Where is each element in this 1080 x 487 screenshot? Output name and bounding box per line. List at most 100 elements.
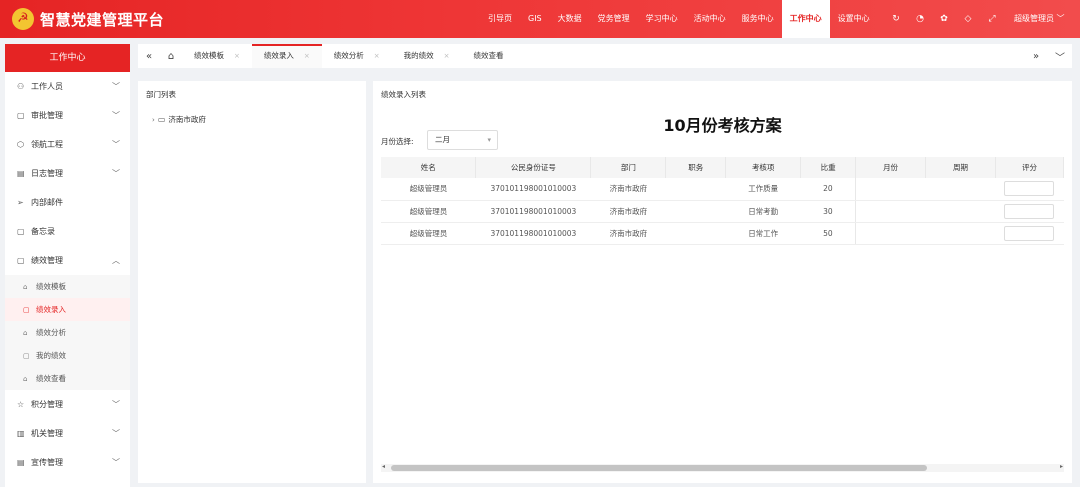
close-icon[interactable]: × bbox=[374, 52, 380, 60]
cell-name: 超级管理员 bbox=[381, 200, 476, 223]
home-icon[interactable]: ⌂ bbox=[160, 51, 182, 62]
col-department: 部门 bbox=[590, 157, 667, 178]
chevron-down-icon: ﹀ bbox=[112, 429, 120, 438]
tab-bar: « ⌂ 绩效模板 × 绩效录入 × 绩效分析 × 我的绩效 × 绩效查看 » ﹀ bbox=[138, 44, 1072, 68]
cell-position bbox=[665, 178, 726, 201]
nav-party-affairs[interactable]: 党务管理 bbox=[590, 0, 638, 38]
refresh-icon[interactable]: ↻ bbox=[884, 14, 908, 24]
sidebar-subitem-label: 我的绩效 bbox=[36, 351, 66, 360]
tabs-menu-chevron-icon[interactable]: ﹀ bbox=[1048, 49, 1072, 64]
cell-department: 济南市政府 bbox=[590, 178, 666, 201]
cell-assessment-item: 日常考勤 bbox=[725, 200, 801, 223]
sidebar-item-performance[interactable]: ▢ 绩效管理 ︿ bbox=[5, 246, 130, 275]
score-input[interactable] bbox=[1004, 225, 1055, 241]
close-icon[interactable]: × bbox=[234, 52, 240, 60]
cell-department: 济南市政府 bbox=[590, 200, 666, 223]
sidebar-item-memo[interactable]: ▢ 备忘录 bbox=[5, 217, 130, 246]
sidebar-subitem-entry[interactable]: ▢ 绩效录入 bbox=[5, 298, 130, 321]
sidebar-item-logs[interactable]: ▤ 日志管理 ﹀ bbox=[5, 159, 130, 188]
sidebar-item-label: 内部邮件 bbox=[31, 198, 63, 207]
month-select-label: 月份选择: bbox=[381, 137, 414, 146]
cell-weight: 20 bbox=[800, 178, 856, 201]
cell-assessment-item: 日常工作 bbox=[725, 222, 801, 245]
sidebar-subitem-label: 绩效录入 bbox=[36, 305, 66, 314]
table-header-row: 姓名 公民身份证号 部门 职务 考核项 比重 月份 周期 评分 bbox=[381, 157, 1065, 178]
tree-node-jinan[interactable]: › ▭ 济南市政府 bbox=[152, 114, 206, 125]
palette-icon[interactable]: ✿ bbox=[932, 14, 956, 24]
sidebar-subitem-label: 绩效查看 bbox=[36, 374, 66, 383]
tag-icon[interactable]: ◇ bbox=[956, 14, 980, 24]
sidebar-item-label: 绩效管理 bbox=[31, 256, 63, 265]
sidebar-item-label: 宣传管理 bbox=[31, 458, 63, 467]
tab-analysis[interactable]: 绩效分析 × bbox=[322, 44, 392, 68]
sidebar-subitem-label: 绩效模板 bbox=[36, 282, 66, 291]
performance-entry-panel: 绩效录入列表 10月份考核方案 月份选择: 二月 ▾ 姓名 公民身份证号 部门 … bbox=[373, 81, 1072, 483]
cell-weight: 50 bbox=[800, 222, 856, 245]
document-icon: ▢ bbox=[17, 111, 25, 120]
tab-label: 我的绩效 bbox=[403, 51, 434, 60]
tab-view[interactable]: 绩效查看 bbox=[462, 44, 516, 68]
sidebar-subitem-template[interactable]: ⌂ 绩效模板 bbox=[5, 275, 130, 298]
building-icon: ▥ bbox=[17, 429, 25, 438]
col-position: 职务 bbox=[665, 157, 727, 178]
cell-name: 超级管理员 bbox=[381, 222, 476, 245]
sidebar-item-approval[interactable]: ▢ 审批管理 ﹀ bbox=[5, 101, 130, 130]
cell-period bbox=[925, 222, 996, 245]
nav-work-center[interactable]: 工作中心 bbox=[781, 0, 830, 38]
sidebar-item-pilot-project[interactable]: ⬡ 领航工程 ﹀ bbox=[5, 130, 130, 159]
scroll-left-icon[interactable]: ◂ bbox=[382, 463, 385, 470]
tab-entry[interactable]: 绩效录入 × bbox=[251, 44, 322, 68]
col-month: 月份 bbox=[855, 157, 927, 178]
fullscreen-icon[interactable]: ⤢ bbox=[980, 14, 1004, 24]
sidebar-subitem-view[interactable]: ⌂ 绩效查看 bbox=[5, 367, 130, 390]
sidebar-item-points[interactable]: ☆ 积分管理 ﹀ bbox=[5, 390, 130, 419]
nav-guide[interactable]: 引导页 bbox=[480, 0, 520, 38]
tab-controls: » ﹀ bbox=[1024, 44, 1072, 68]
cell-id-number: 370101198001010003 bbox=[475, 178, 591, 201]
chevron-down-icon: ﹀ bbox=[112, 400, 120, 409]
sidebar-subitem-label: 绩效分析 bbox=[36, 328, 66, 337]
close-icon[interactable]: × bbox=[304, 52, 310, 60]
cell-id-number: 370101198001010003 bbox=[475, 200, 591, 223]
sidebar-item-publicity[interactable]: ▤ 宣传管理 ﹀ bbox=[5, 448, 130, 477]
close-icon[interactable]: × bbox=[444, 52, 450, 60]
nav-learning[interactable]: 学习中心 bbox=[638, 0, 686, 38]
tree-node-label: 济南市政府 bbox=[168, 115, 206, 124]
cell-month bbox=[855, 178, 926, 201]
document-icon: ▢ bbox=[23, 351, 30, 360]
department-panel-title: 部门列表 bbox=[146, 90, 176, 99]
app-title: 智慧党建管理平台 bbox=[40, 11, 165, 29]
sidebar-item-label: 积分管理 bbox=[31, 400, 63, 409]
col-weight: 比重 bbox=[800, 157, 857, 178]
chevron-down-icon: ﹀ bbox=[112, 140, 120, 149]
nav-activity[interactable]: 活动中心 bbox=[686, 0, 734, 38]
col-assessment-item: 考核项 bbox=[725, 157, 802, 178]
chat-icon[interactable]: ◔ bbox=[908, 14, 932, 24]
sidebar-item-label: 审批管理 bbox=[31, 111, 63, 120]
sidebar-item-mail[interactable]: ➢ 内部邮件 bbox=[5, 188, 130, 217]
sidebar-item-agency[interactable]: ▥ 机关管理 ﹀ bbox=[5, 419, 130, 448]
chevron-right-icon[interactable]: › bbox=[152, 116, 155, 124]
nav-settings[interactable]: 设置中心 bbox=[830, 0, 878, 38]
horizontal-scrollbar[interactable]: ◂ ▸ bbox=[381, 463, 1064, 472]
nav-bigdata[interactable]: 大数据 bbox=[550, 0, 590, 38]
tabs-back-icon[interactable]: « bbox=[138, 51, 160, 62]
cell-period bbox=[925, 178, 996, 201]
score-input[interactable] bbox=[1004, 181, 1055, 197]
score-input[interactable] bbox=[1004, 203, 1055, 219]
sidebar-subitem-my-performance[interactable]: ▢ 我的绩效 bbox=[5, 344, 130, 367]
nav-gis[interactable]: GIS bbox=[520, 0, 550, 38]
tab-template[interactable]: 绩效模板 × bbox=[182, 44, 252, 68]
user-menu[interactable]: 超级管理员 ﹀ bbox=[1014, 0, 1065, 38]
month-select[interactable]: 二月 ▾ bbox=[427, 130, 498, 150]
sidebar-item-staff[interactable]: ⚇ 工作人员 ﹀ bbox=[5, 72, 130, 101]
cell-period bbox=[925, 200, 996, 223]
scrollbar-thumb[interactable] bbox=[391, 465, 927, 471]
nav-service[interactable]: 服务中心 bbox=[734, 0, 782, 38]
cell-score bbox=[995, 222, 1064, 245]
scroll-right-icon[interactable]: ▸ bbox=[1060, 463, 1063, 470]
tab-my-performance[interactable]: 我的绩效 × bbox=[392, 44, 462, 68]
tabs-forward-icon[interactable]: » bbox=[1024, 51, 1048, 62]
col-score: 评分 bbox=[995, 157, 1065, 178]
sidebar-subitem-analysis[interactable]: ⌂ 绩效分析 bbox=[5, 321, 130, 344]
